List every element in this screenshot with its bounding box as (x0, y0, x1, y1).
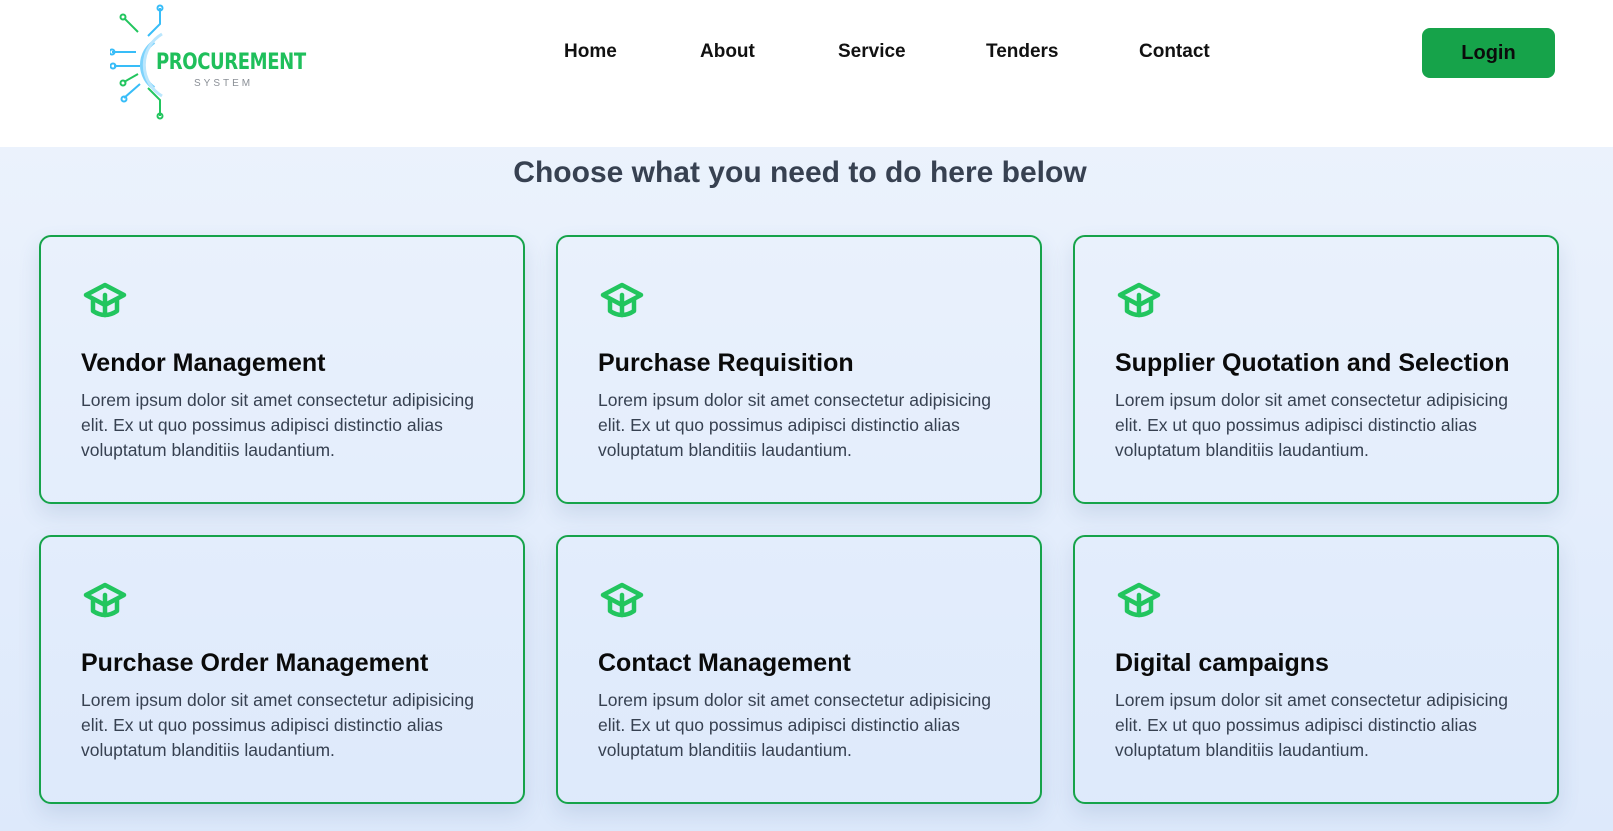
card-description: Lorem ipsum dolor sit amet consectetur a… (81, 690, 474, 760)
card-description: Lorem ipsum dolor sit amet consectetur a… (81, 390, 474, 460)
card-title: Vendor Management (81, 349, 326, 377)
card-description: Lorem ipsum dolor sit amet consectetur a… (598, 690, 991, 760)
card-title: Digital campaigns (1115, 649, 1329, 677)
card-purchase-order-management[interactable]: Purchase Order Management Lorem ipsum do… (39, 535, 525, 804)
nav-item-contact[interactable]: Contact (1139, 41, 1210, 63)
card-title: Contact Management (598, 649, 851, 677)
brand-subtitle: SYSTEM (194, 78, 254, 89)
brand-name: PROCUREMENT (156, 50, 306, 75)
nav-item-tenders[interactable]: Tenders (986, 41, 1059, 63)
services-grid: Vendor Management Lorem ipsum dolor sit … (39, 235, 1559, 804)
site-header: PROCUREMENT SYSTEM Home About Service Te… (0, 0, 1613, 147)
nav-item-home[interactable]: Home (564, 41, 617, 63)
card-vendor-management[interactable]: Vendor Management Lorem ipsum dolor sit … (39, 235, 525, 504)
card-title: Purchase Order Management (81, 649, 429, 677)
card-purchase-requisition[interactable]: Purchase Requisition Lorem ipsum dolor s… (556, 235, 1042, 504)
card-supplier-quotation[interactable]: Supplier Quotation and Selection Lorem i… (1073, 235, 1559, 504)
card-title: Supplier Quotation and Selection (1115, 349, 1510, 377)
card-description: Lorem ipsum dolor sit amet consectetur a… (1115, 690, 1508, 760)
graduation-cap-icon (600, 582, 644, 618)
graduation-cap-icon (600, 282, 644, 318)
nav-item-service[interactable]: Service (838, 41, 906, 63)
card-description: Lorem ipsum dolor sit amet consectetur a… (1115, 390, 1508, 460)
card-title: Purchase Requisition (598, 349, 854, 377)
graduation-cap-icon (83, 282, 127, 318)
graduation-cap-icon (1117, 582, 1161, 618)
procurement-logo[interactable]: PROCUREMENT SYSTEM (110, 4, 306, 122)
card-contact-management[interactable]: Contact Management Lorem ipsum dolor sit… (556, 535, 1042, 804)
login-button[interactable]: Login (1422, 28, 1555, 78)
page-headline: Choose what you need to do here below (513, 156, 1087, 189)
card-digital-campaigns[interactable]: Digital campaigns Lorem ipsum dolor sit … (1073, 535, 1559, 804)
graduation-cap-icon (83, 582, 127, 618)
graduation-cap-icon (1117, 282, 1161, 318)
card-description: Lorem ipsum dolor sit amet consectetur a… (598, 390, 991, 460)
nav-item-about[interactable]: About (700, 41, 755, 63)
